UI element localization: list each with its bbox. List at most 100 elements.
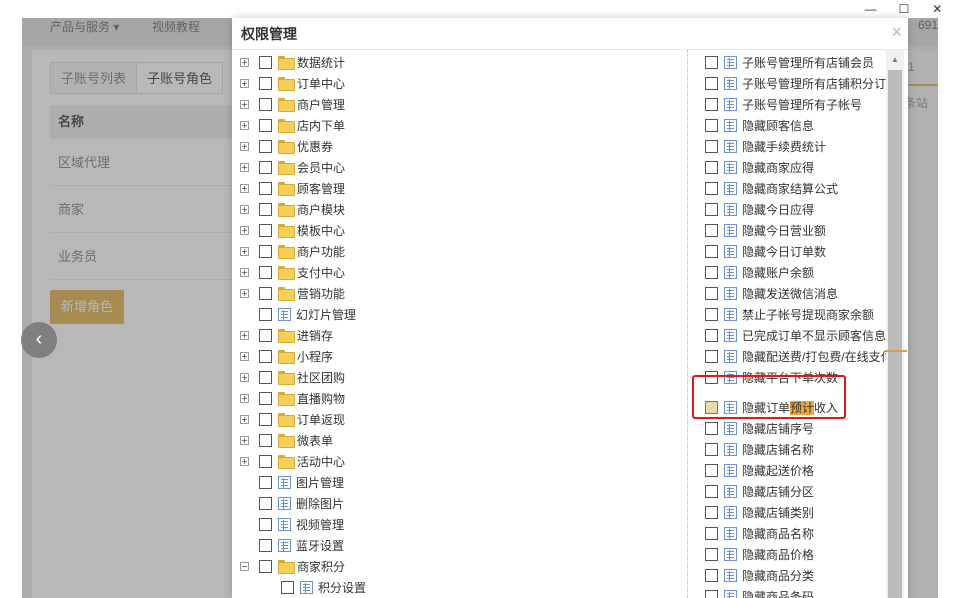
tree-node[interactable]: + 模板中心 bbox=[240, 220, 345, 240]
permission-checkbox[interactable] bbox=[259, 412, 272, 426]
tree-node-label[interactable]: 隐藏商品分类 bbox=[742, 567, 814, 584]
tree-node-label[interactable]: 商家积分 bbox=[297, 558, 345, 575]
permission-checkbox[interactable] bbox=[705, 526, 718, 540]
close-icon[interactable]: × bbox=[891, 22, 902, 42]
permission-checkbox[interactable] bbox=[705, 589, 718, 598]
tree-node[interactable]: 隐藏商品名称 bbox=[686, 523, 814, 543]
tree-node[interactable]: 隐藏商品分类 bbox=[686, 565, 814, 585]
tree-node-label[interactable]: 禁止子帐号提现商家余额 bbox=[742, 306, 874, 323]
expand-icon[interactable]: + bbox=[240, 435, 249, 445]
permission-checkbox[interactable] bbox=[705, 328, 718, 342]
tree-node[interactable]: 积分设置 bbox=[262, 577, 366, 597]
tree-node[interactable]: + 直播购物 bbox=[240, 388, 345, 408]
tree-node[interactable]: 隐藏商品价格 bbox=[686, 544, 814, 564]
tree-node-label[interactable]: 积分设置 bbox=[318, 579, 366, 596]
expand-icon[interactable]: + bbox=[240, 120, 249, 130]
tree-node-label[interactable]: 删除图片 bbox=[296, 495, 344, 512]
tree-node-label[interactable]: 商户功能 bbox=[297, 243, 345, 260]
tree-node[interactable]: + 顾客管理 bbox=[240, 178, 345, 198]
tree-node[interactable]: 隐藏商品条码 bbox=[686, 586, 814, 598]
maximize-button[interactable]: ☐ bbox=[894, 2, 914, 16]
expand-icon[interactable]: + bbox=[240, 246, 249, 256]
tree-node[interactable]: 图片管理 bbox=[240, 472, 344, 492]
tree-node-label[interactable]: 隐藏今日订单数 bbox=[742, 243, 826, 260]
tree-node[interactable]: 隐藏今日订单数 bbox=[686, 241, 826, 261]
minimize-button[interactable]: — bbox=[861, 2, 881, 16]
tree-node-label[interactable]: 隐藏今日营业额 bbox=[742, 222, 826, 239]
tree-node-label[interactable]: 社区团购 bbox=[297, 369, 345, 386]
permission-checkbox[interactable] bbox=[705, 139, 718, 153]
tree-node-label[interactable]: 隐藏商品条码 bbox=[742, 588, 814, 598]
tree-node-label[interactable]: 幻灯片管理 bbox=[296, 306, 356, 323]
permission-checkbox[interactable] bbox=[705, 421, 718, 435]
tree-node-label[interactable]: 商户模块 bbox=[297, 201, 345, 218]
expand-icon[interactable]: + bbox=[240, 225, 249, 235]
permission-checkbox[interactable] bbox=[705, 55, 718, 69]
permission-checkbox[interactable] bbox=[259, 55, 272, 69]
tree-node-label[interactable]: 直播购物 bbox=[297, 390, 345, 407]
permission-checkbox[interactable] bbox=[705, 160, 718, 174]
expand-icon[interactable]: + bbox=[240, 57, 249, 67]
permission-checkbox[interactable] bbox=[259, 286, 272, 300]
tree-node-label[interactable]: 隐藏店铺分区 bbox=[742, 483, 814, 500]
tree-node-label[interactable]: 支付中心 bbox=[297, 264, 345, 281]
permission-checkbox[interactable] bbox=[259, 559, 272, 573]
expand-icon[interactable]: + bbox=[240, 414, 249, 424]
permission-checkbox[interactable] bbox=[705, 286, 718, 300]
expand-icon[interactable]: + bbox=[240, 204, 249, 214]
tree-node[interactable]: 隐藏今日应得 bbox=[686, 199, 814, 219]
tree-node[interactable]: 隐藏今日营业额 bbox=[686, 220, 826, 240]
permission-checkbox[interactable] bbox=[259, 139, 272, 153]
tree-node-label[interactable]: 优惠券 bbox=[297, 138, 333, 155]
permission-checkbox[interactable] bbox=[259, 97, 272, 111]
permission-checkbox[interactable] bbox=[259, 181, 272, 195]
tree-node[interactable]: + 微表单 bbox=[240, 430, 333, 450]
tree-node[interactable]: + 会员中心 bbox=[240, 157, 345, 177]
tree-node[interactable]: 隐藏账户余额 bbox=[686, 262, 814, 282]
permission-checkbox[interactable] bbox=[705, 349, 718, 363]
permission-checkbox[interactable] bbox=[705, 97, 718, 111]
tree-node-label[interactable]: 视频管理 bbox=[296, 516, 344, 533]
tree-node-label[interactable]: 隐藏账户余额 bbox=[742, 264, 814, 281]
permission-checkbox[interactable] bbox=[259, 454, 272, 468]
tree-node[interactable]: + 营销功能 bbox=[240, 283, 345, 303]
tree-node-label[interactable]: 子账号管理所有店铺积分订单 bbox=[742, 75, 898, 92]
tree-node-label[interactable]: 数据统计 bbox=[297, 54, 345, 71]
permission-checkbox[interactable] bbox=[259, 265, 272, 279]
permission-checkbox[interactable] bbox=[259, 496, 272, 510]
tree-node-label[interactable]: 隐藏发送微信消息 bbox=[742, 285, 838, 302]
tree-node[interactable]: 隐藏店铺分区 bbox=[686, 481, 814, 501]
tree-node-label[interactable]: 会员中心 bbox=[297, 159, 345, 176]
tree-node-label[interactable]: 子账号管理所有子帐号 bbox=[742, 96, 862, 113]
permission-checkbox[interactable] bbox=[705, 244, 718, 258]
tree-node[interactable]: 子账号管理所有店铺积分订单 bbox=[686, 73, 898, 93]
permission-checkbox[interactable] bbox=[259, 76, 272, 90]
close-window-button[interactable]: ✕ bbox=[927, 2, 947, 16]
tree-node-label[interactable]: 隐藏店铺类别 bbox=[742, 504, 814, 521]
permission-checkbox[interactable] bbox=[705, 118, 718, 132]
expand-icon[interactable]: + bbox=[240, 99, 249, 109]
permission-checkbox[interactable] bbox=[259, 433, 272, 447]
tree-node[interactable]: 隐藏配送费/打包费/在线支付 bbox=[686, 346, 893, 366]
expand-icon[interactable]: + bbox=[240, 162, 249, 172]
scroll-up-icon[interactable]: ▲ bbox=[886, 50, 904, 68]
tree-node[interactable]: 隐藏顾客信息 bbox=[686, 115, 814, 135]
expand-icon[interactable]: + bbox=[240, 183, 249, 193]
tree-node-label[interactable]: 模板中心 bbox=[297, 222, 345, 239]
tree-node[interactable]: + 进销存 bbox=[240, 325, 333, 345]
tree-node[interactable]: 子账号管理所有店铺会员 bbox=[686, 52, 874, 72]
tree-node[interactable]: 蓝牙设置 bbox=[240, 535, 344, 555]
permission-checkbox[interactable] bbox=[259, 223, 272, 237]
permission-checkbox[interactable] bbox=[705, 76, 718, 90]
tree-node-label[interactable]: 顾客管理 bbox=[297, 180, 345, 197]
tree-node-label[interactable]: 进销存 bbox=[297, 327, 333, 344]
tree-node[interactable]: 隐藏店铺序号 bbox=[686, 418, 814, 438]
permission-checkbox[interactable] bbox=[259, 307, 272, 321]
tree-node-label[interactable]: 已完成订单不显示顾客信息 bbox=[742, 327, 886, 344]
tree-node-label[interactable]: 隐藏配送费/打包费/在线支付 bbox=[742, 348, 893, 365]
expand-icon[interactable]: + bbox=[240, 330, 249, 340]
permission-checkbox[interactable] bbox=[259, 244, 272, 258]
tree-node-label[interactable]: 隐藏商品价格 bbox=[742, 546, 814, 563]
permission-checkbox[interactable] bbox=[705, 265, 718, 279]
tree-node-label[interactable]: 活动中心 bbox=[297, 453, 345, 470]
